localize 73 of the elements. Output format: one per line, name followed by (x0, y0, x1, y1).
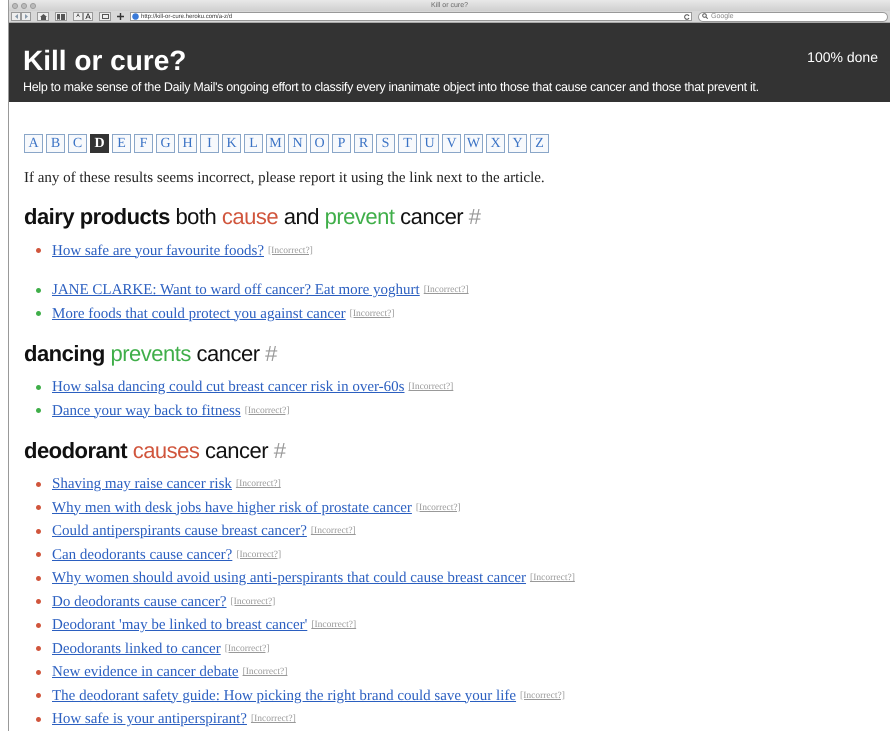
article-link[interactable]: Dance your way back to fitness (52, 400, 241, 422)
letter-tab[interactable]: Z (530, 134, 549, 152)
letter-tab[interactable]: V (442, 134, 461, 152)
article-link[interactable]: How salsa dancing could cut breast cancer risk in over-60s (52, 376, 404, 398)
instruction-text: If any of these results seems incorrect, please report it using the link next to the article. (24, 168, 546, 188)
letter-tab[interactable]: L (244, 134, 263, 152)
globe-icon (132, 13, 139, 20)
section-heading: dancing prevents cancer # (24, 340, 278, 368)
report-link[interactable]: [Incorrect?] (310, 524, 356, 538)
letter-tab[interactable]: I (200, 134, 219, 152)
article-link[interactable]: Could antiperspirants cause breast cancer? (52, 520, 307, 542)
letter-tab[interactable]: U (420, 134, 439, 152)
article-link[interactable]: How safe are your favourite foods? (52, 240, 264, 262)
progress-text: 100% done (807, 48, 878, 67)
article-link[interactable]: New evidence in cancer debate (52, 661, 239, 684)
site-title: Kill or cure? (23, 47, 186, 75)
letter-tab[interactable]: M (266, 134, 285, 152)
report-link[interactable]: [Incorrect?] (224, 642, 270, 656)
article-link[interactable]: Can deodorants cause cancer? (52, 544, 232, 566)
report-link[interactable]: [Incorrect?] (408, 380, 454, 394)
report-link[interactable]: [Incorrect?] (416, 500, 461, 515)
letter-tab[interactable]: K (222, 134, 241, 152)
letter-tab[interactable]: H (178, 134, 197, 152)
letter-tab[interactable]: R (354, 134, 373, 152)
report-link[interactable]: [Incorrect?] (268, 244, 313, 258)
reload-icon[interactable] (684, 14, 690, 20)
larger-text-button[interactable]: A (83, 12, 93, 22)
home-button[interactable] (37, 12, 49, 22)
letter-tab[interactable]: G (156, 134, 175, 152)
report-link[interactable]: [Incorrect?] (311, 618, 356, 632)
article-link[interactable]: Why men with desk jobs have higher risk of prostate cancer (52, 496, 412, 519)
letter-tab[interactable]: O (310, 134, 329, 152)
report-link[interactable]: [Incorrect?] (236, 477, 281, 492)
letter-tab[interactable]: T (398, 134, 417, 152)
letter-tab[interactable]: D (90, 134, 109, 152)
mail-button[interactable] (99, 12, 111, 22)
article-link[interactable]: More foods that could protect you against cancer (52, 302, 346, 325)
report-link[interactable]: [Incorrect?] (242, 665, 288, 680)
letter-tab[interactable]: S (376, 134, 395, 152)
letter-tab[interactable]: P (332, 134, 351, 152)
letter-tab[interactable]: Y (508, 134, 527, 152)
article-link[interactable]: Why women should avoid using anti-perspirants that could cause breast cancer (52, 567, 526, 590)
letter-tab[interactable]: B (46, 134, 65, 152)
site-tagline: Help to make sense of the Daily Mail's ongoing effort to classify every inanimate object into those that cause cancer and those that prevent it. (23, 81, 760, 94)
report-link[interactable]: [Incorrect?] (236, 548, 282, 562)
search-icon (702, 13, 708, 20)
article-link[interactable]: How safe is your antiperspirant? (52, 708, 247, 730)
letter-tab[interactable]: E (112, 134, 131, 152)
section-heading: deodorant causes cancer # (24, 436, 287, 464)
report-link[interactable]: [Incorrect?] (424, 283, 469, 298)
report-link[interactable]: [Incorrect?] (350, 306, 394, 321)
report-link[interactable]: [Incorrect?] (520, 688, 565, 703)
add-icon[interactable] (117, 13, 124, 20)
letter-tab[interactable]: F (134, 134, 153, 152)
article-link[interactable]: JANE CLARKE: Want to ward off cancer? Eat more yoghurt (52, 279, 420, 302)
letter-tab[interactable]: W (464, 134, 483, 152)
letter-tab[interactable]: X (486, 134, 505, 152)
article-link[interactable]: Deodorant 'may be linked to breast cancer' (52, 614, 308, 636)
letter-tab[interactable]: C (68, 134, 87, 152)
bookmarks-button[interactable] (55, 12, 67, 22)
article-link[interactable]: Deodorants linked to cancer (52, 638, 221, 660)
back-arrow-icon (14, 14, 18, 20)
report-link[interactable]: [Incorrect?] (230, 594, 276, 609)
report-link[interactable]: [Incorrect?] (244, 404, 290, 418)
letter-tab[interactable]: N (288, 134, 307, 152)
report-link[interactable]: [Incorrect?] (530, 571, 575, 586)
section-heading: dairy products both cause and prevent cancer # (24, 203, 482, 231)
article-link[interactable]: Shaving may raise cancer risk (52, 473, 232, 496)
article-link[interactable]: Do deodorants cause cancer? (52, 590, 226, 613)
report-link[interactable]: [Incorrect?] (250, 712, 296, 726)
letter-tab[interactable]: A (24, 134, 43, 152)
article-link[interactable]: The deodorant safety guide: How picking the right brand could save your life (52, 684, 516, 707)
forward-arrow-icon (24, 14, 28, 20)
